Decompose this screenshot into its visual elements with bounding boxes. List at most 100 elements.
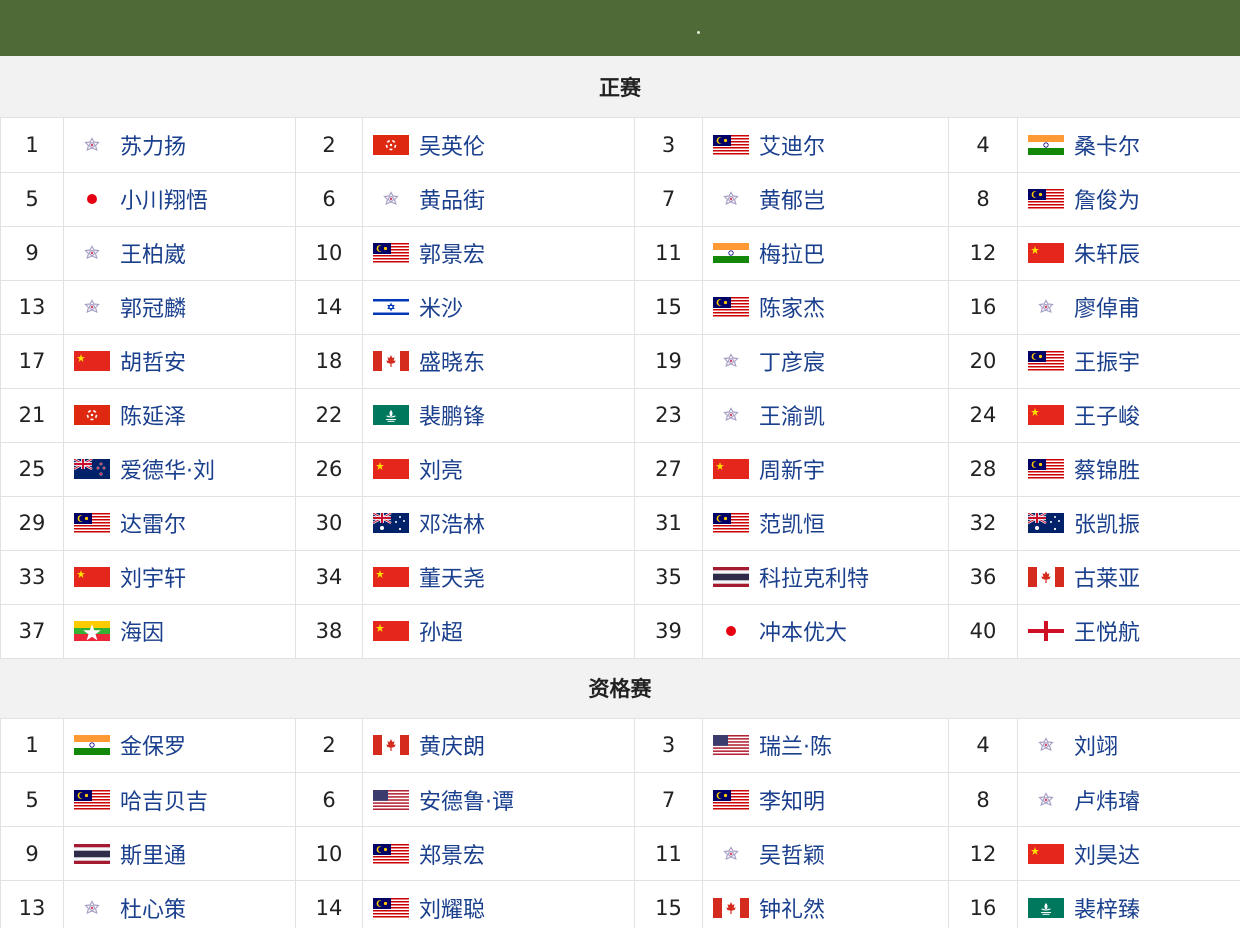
player-name-link[interactable]: 爱德华·刘 — [120, 453, 215, 485]
new-zealand-flag-icon — [74, 459, 110, 479]
player-name-link[interactable]: 金保罗 — [120, 729, 186, 761]
seed-number: 28 — [948, 441, 1018, 497]
seed-number: 10 — [295, 826, 363, 881]
seed-number: 18 — [295, 333, 363, 389]
player-name-link[interactable]: 桑卡尔 — [1074, 129, 1140, 161]
thailand-flag-icon — [713, 567, 749, 587]
player-entry: 安德鲁·谭 — [373, 773, 634, 826]
player-name-link[interactable]: 杜心策 — [120, 892, 186, 924]
player-name-link[interactable]: 斯里通 — [120, 838, 186, 870]
table-row: 21 陈延泽 22 裴鹏锋 23 王渝凯 24 王子峻 — [0, 387, 1240, 443]
player-name-link[interactable]: 哈吉贝吉 — [120, 784, 208, 816]
player-entry: 王悦航 — [1028, 605, 1240, 658]
malaysia-flag-icon — [713, 789, 749, 810]
table-row: 25 爱德华·刘 26 刘亮 27 周新宇 28 蔡锦胜 — [0, 441, 1240, 497]
player-entry: 裴梓臻 — [1028, 881, 1240, 928]
player-name-link[interactable]: 廖倬甫 — [1074, 291, 1140, 323]
china-flag-icon — [74, 351, 110, 371]
player-entry: 郑景宏 — [373, 827, 634, 880]
player-entry: 郭景宏 — [373, 227, 634, 280]
seed-number: 36 — [948, 549, 1018, 605]
player-name-link[interactable]: 朱轩辰 — [1074, 237, 1140, 269]
seed-number: 16 — [948, 880, 1018, 928]
player-name-link[interactable]: 古莱亚 — [1074, 561, 1140, 593]
player-name-link[interactable]: 黄品街 — [419, 183, 485, 215]
player-name-link[interactable]: 王悦航 — [1074, 615, 1140, 647]
player-name-link[interactable]: 艾迪尔 — [759, 129, 825, 161]
player-name-link[interactable]: 黄庆朗 — [419, 729, 485, 761]
player-name-link[interactable]: 王振宇 — [1074, 345, 1140, 377]
player-name-link[interactable]: 王柏崴 — [120, 237, 186, 269]
player-name-link[interactable]: 蔡锦胜 — [1074, 453, 1140, 485]
table-row: 33 刘宇轩 34 董天尧 35 科拉克利特 36 古莱亚 — [0, 549, 1240, 605]
player-entry: 金保罗 — [74, 719, 295, 773]
player-name-link[interactable]: 丁彦宸 — [759, 345, 825, 377]
player-name-link[interactable]: 瑞兰·陈 — [759, 729, 832, 761]
player-name-link[interactable]: 郭景宏 — [419, 237, 485, 269]
player-cell: 李知明 — [702, 772, 949, 827]
player-name-link[interactable]: 梅拉巴 — [759, 237, 825, 269]
player-entry: 刘昊达 — [1028, 827, 1240, 880]
player-name-link[interactable]: 刘翊 — [1074, 729, 1118, 761]
seed-number: 12 — [948, 225, 1018, 281]
player-name-link[interactable]: 郭冠麟 — [120, 291, 186, 323]
player-name-link[interactable]: 安德鲁·谭 — [419, 784, 514, 816]
player-name-link[interactable]: 冲本优大 — [759, 615, 847, 647]
player-name-link[interactable]: 陈家杰 — [759, 291, 825, 323]
player-name-link[interactable]: 科拉克利特 — [759, 561, 869, 593]
player-name-link[interactable]: 郑景宏 — [419, 838, 485, 870]
player-name-link[interactable]: 王渝凯 — [759, 399, 825, 431]
player-cell: 董天尧 — [362, 549, 635, 605]
table-row: 5 小川翔悟 6 黄品街 7 黄郁岂 8 詹俊为 — [0, 171, 1240, 227]
player-name-link[interactable]: 张凯振 — [1074, 507, 1140, 539]
player-name-link[interactable]: 刘宇轩 — [120, 561, 186, 593]
player-cell: 达雷尔 — [63, 495, 296, 551]
player-name-link[interactable]: 陈延泽 — [120, 399, 186, 431]
player-name-link[interactable]: 卢炜璿 — [1074, 784, 1140, 816]
player-name-link[interactable]: 王子峻 — [1074, 399, 1140, 431]
seed-number: 15 — [634, 880, 703, 928]
seed-number: 40 — [948, 603, 1018, 659]
player-name-link[interactable]: 裴梓臻 — [1074, 892, 1140, 924]
player-name-link[interactable]: 盛晓东 — [419, 345, 485, 377]
player-cell: 刘亮 — [362, 441, 635, 497]
seed-number: 12 — [948, 826, 1018, 881]
player-entry: 董天尧 — [373, 551, 634, 604]
player-name-link[interactable]: 刘昊达 — [1074, 838, 1140, 870]
table-row: 1 苏力扬 2 吴英伦 3 艾迪尔 4 桑卡尔 — [0, 118, 1240, 173]
player-name-link[interactable]: 周新宇 — [759, 453, 825, 485]
player-name-link[interactable]: 钟礼然 — [759, 892, 825, 924]
player-name-link[interactable]: 海因 — [120, 615, 164, 647]
tpe-flower-icon — [713, 844, 749, 864]
seed-number: 15 — [634, 279, 703, 335]
seed-number: 8 — [948, 772, 1018, 827]
player-name-link[interactable]: 小川翔悟 — [120, 183, 208, 215]
player-name-link[interactable]: 刘耀聪 — [419, 892, 485, 924]
canada-flag-icon — [373, 735, 409, 756]
player-name-link[interactable]: 胡哲安 — [120, 345, 186, 377]
player-name-link[interactable]: 孙超 — [419, 615, 463, 647]
player-entry: 范凯恒 — [713, 497, 948, 550]
player-name-link[interactable]: 达雷尔 — [120, 507, 186, 539]
player-name-link[interactable]: 黄郁岂 — [759, 183, 825, 215]
player-entry: 桑卡尔 — [1028, 118, 1240, 172]
player-name-link[interactable]: 李知明 — [759, 784, 825, 816]
thailand-flag-icon — [74, 843, 110, 864]
player-entry: 海因 — [74, 605, 295, 658]
seed-number: 35 — [634, 549, 703, 605]
player-name-link[interactable]: 詹俊为 — [1074, 183, 1140, 215]
player-name-link[interactable]: 邓浩林 — [419, 507, 485, 539]
malaysia-flag-icon — [1028, 351, 1064, 371]
player-cell: 杜心策 — [63, 880, 296, 928]
player-name-link[interactable]: 董天尧 — [419, 561, 485, 593]
player-name-link[interactable]: 米沙 — [419, 291, 463, 323]
player-cell: 王柏崴 — [63, 225, 296, 281]
player-cell: 胡哲安 — [63, 333, 296, 389]
player-name-link[interactable]: 苏力扬 — [120, 129, 186, 161]
player-name-link[interactable]: 范凯恒 — [759, 507, 825, 539]
player-name-link[interactable]: 吴英伦 — [419, 129, 485, 161]
player-name-link[interactable]: 裴鹏锋 — [419, 399, 485, 431]
section-title-qualifying: 资格赛 — [0, 658, 1240, 719]
player-name-link[interactable]: 吴哲颖 — [759, 838, 825, 870]
player-name-link[interactable]: 刘亮 — [419, 453, 463, 485]
